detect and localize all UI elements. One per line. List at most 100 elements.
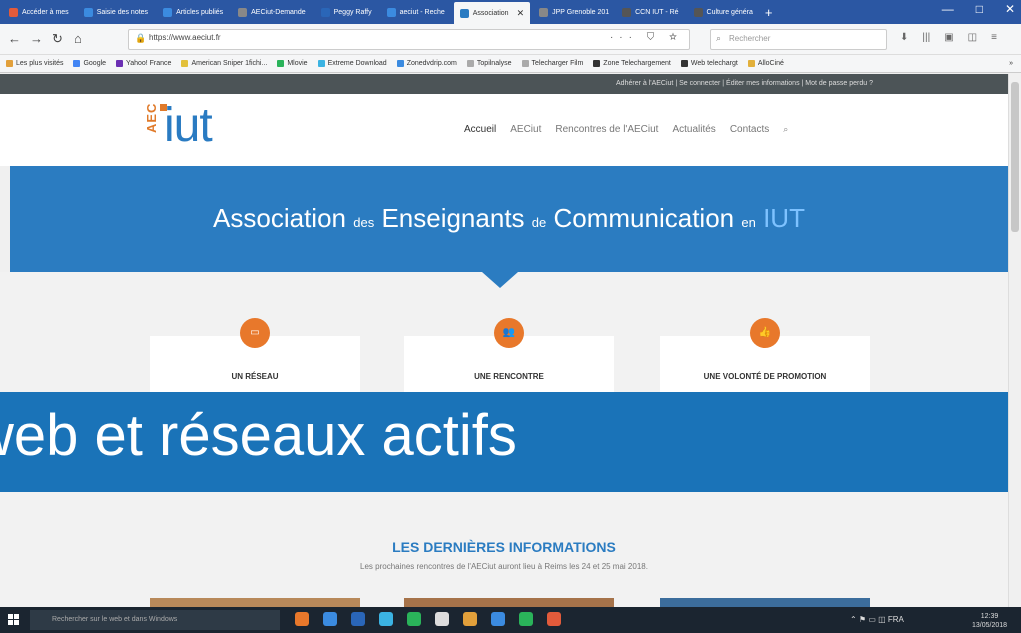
network-icon: ▭ [240, 318, 270, 348]
sidebar-icon[interactable]: ◫ [968, 32, 977, 43]
taskbar-app-icon[interactable] [463, 612, 477, 626]
system-tray[interactable]: ⌃ ⚑ ▭ ◫ FRA [850, 615, 904, 624]
close-tab-icon[interactable]: ✕ [517, 8, 525, 19]
bookmark-label: Yahoo! France [126, 60, 172, 67]
browser-tab[interactable]: Saisie des notes [78, 3, 154, 21]
banner-title: Association des Enseignants de Communica… [10, 203, 1008, 234]
taskbar-app-icon[interactable] [379, 612, 393, 626]
bookmarks-more-button[interactable]: » [1009, 60, 1021, 67]
thumbs-up-icon: 👍 [750, 318, 780, 348]
article-thumbnail[interactable] [404, 598, 614, 607]
bookmark-icon [521, 60, 529, 67]
page-scrollbar[interactable] [1008, 74, 1021, 607]
taskbar-search-input[interactable]: Rechercher sur le web et dans Windows [30, 610, 280, 630]
bookmark-item[interactable]: Google [73, 60, 106, 67]
browser-tab[interactable]: Peggy Raffy [315, 3, 378, 21]
back-icon[interactable]: ← [8, 31, 21, 46]
tab-label: JPP Grenoble 201 [552, 8, 610, 16]
bookmark-item[interactable]: Telecharger Film [521, 60, 584, 67]
nav-item-aeciut[interactable]: AECiut [510, 124, 541, 135]
maximize-button[interactable]: □ [976, 2, 983, 16]
taskbar-app-icon[interactable] [519, 612, 533, 626]
site-logo[interactable]: iut [164, 96, 213, 156]
lock-icon: 🔒 [135, 33, 147, 43]
tab-favicon-icon [320, 7, 330, 17]
browser-search-input[interactable]: ⌕ Rechercher [710, 29, 887, 50]
bookmark-item[interactable]: Zonedvdrip.com [396, 60, 457, 67]
reader-icon[interactable]: ▣ [944, 32, 953, 43]
url-bar[interactable]: 🔒 https://www.aeciut.fr ··· ⛉ ☆ [128, 29, 690, 50]
taskbar-app-icon[interactable] [323, 612, 337, 626]
nav-item-accueil[interactable]: Accueil [464, 124, 496, 135]
banner-word: Communication [553, 203, 735, 233]
banner-word: des [353, 215, 375, 230]
close-window-button[interactable]: ✕ [1005, 2, 1015, 16]
taskbar-app-icon[interactable] [435, 612, 449, 626]
bookmark-label: Telecharger Film [531, 60, 584, 67]
browser-tab[interactable]: JPP Grenoble 201 [533, 3, 613, 21]
tray-icons[interactable]: ⌃ ⚑ ▭ ◫ FRA [850, 615, 904, 624]
bookmark-label: Mlovie [287, 60, 308, 67]
bookmark-label: Extreme Download [327, 60, 387, 67]
browser-tab-active[interactable]: Association ✕ [453, 2, 531, 24]
site-search-icon[interactable]: ⌕ [783, 124, 788, 135]
browser-tab[interactable]: Articles publiés [157, 3, 229, 21]
bookmark-item[interactable]: Extreme Download [317, 60, 387, 67]
nav-item-actualites[interactable]: Actualités [672, 124, 715, 135]
main-nav: Accueil AECiut Rencontres de l'AECiut Ac… [464, 124, 788, 135]
bookmark-label: Zone Telechargement [603, 60, 671, 67]
tab-favicon-icon [163, 7, 173, 17]
taskbar-app-icon[interactable] [407, 612, 421, 626]
url-actions[interactable]: ··· ⛉ ☆ [610, 32, 683, 43]
tab-label: AECiut-Demande [251, 8, 306, 16]
browser-tab[interactable]: aeciut - Reche [381, 3, 451, 21]
taskbar-app-icon[interactable] [491, 612, 505, 626]
feature-card-title: UNE VOLONTÉ DE PROMOTION [703, 372, 827, 381]
forward-icon[interactable]: → [30, 31, 43, 46]
taskbar-clock[interactable]: 12:39 13/05/2018 [972, 612, 1007, 630]
bookmark-item[interactable]: AlloCiné [747, 60, 784, 67]
home-icon[interactable]: ⌂ [74, 31, 82, 46]
window-controls: — □ ✕ [942, 2, 1015, 16]
browser-tab[interactable]: Accéder à mes [3, 3, 75, 21]
library-icon[interactable]: ||| [922, 32, 930, 43]
bookmark-item[interactable]: Zone Telechargement [593, 60, 671, 67]
download-icon[interactable]: ⬇ [900, 32, 908, 43]
taskbar-app-icon[interactable] [351, 612, 365, 626]
tab-favicon-icon [238, 7, 248, 17]
nav-item-contacts[interactable]: Contacts [730, 124, 769, 135]
tab-label: Articles publiés [176, 8, 224, 16]
bookmark-icon [593, 60, 601, 67]
bookmark-item[interactable]: Yahoo! France [116, 60, 171, 67]
menu-icon[interactable]: ≡ [991, 32, 997, 43]
minimize-button[interactable]: — [942, 2, 954, 16]
banner-word: IUT [763, 203, 805, 233]
bookmark-item[interactable]: Topilnalyse [466, 60, 512, 67]
bookmark-label: AlloCiné [757, 60, 784, 67]
bookmark-item[interactable]: American Sniper 1fichi... [181, 60, 267, 67]
logo-aec-text: AEC [144, 102, 159, 133]
taskbar-app-icon[interactable] [547, 612, 561, 626]
reload-icon[interactable]: ↻ [52, 31, 63, 47]
bookmark-item[interactable]: Web telechargt [680, 60, 738, 67]
scrollbar-thumb[interactable] [1011, 82, 1019, 232]
taskbar-app-icon[interactable] [295, 612, 309, 626]
browser-tab[interactable]: Culture généra [688, 3, 759, 21]
browser-tab[interactable]: AECiut-Demande [232, 3, 311, 21]
tab-label: Peggy Raffy [333, 8, 372, 16]
nav-item-rencontres[interactable]: Rencontres de l'AECiut [555, 124, 658, 135]
new-tab-button[interactable]: + [765, 5, 773, 20]
article-thumbnail[interactable] [660, 598, 870, 607]
bookmark-item[interactable]: Les plus visités [6, 60, 63, 67]
tab-label: aeciut - Reche [399, 8, 445, 16]
bookmark-item[interactable]: Mlovie [277, 60, 308, 67]
article-thumbnail[interactable] [150, 598, 360, 607]
bookmark-label: Web telechargt [690, 60, 738, 67]
bookmarks-bar: Les plus visités Google Yahoo! France Am… [0, 55, 1021, 73]
banner-arrow [482, 272, 518, 288]
windows-taskbar: Rechercher sur le web et dans Windows ⌃ … [0, 607, 1021, 633]
browser-tab[interactable]: CCN IUT - Ré [616, 3, 684, 21]
windows-start-icon[interactable] [8, 614, 20, 626]
tab-label: Culture généra [706, 8, 753, 16]
account-links[interactable]: Adhérer à l'AECiut | Se connecter | Édit… [616, 80, 873, 87]
